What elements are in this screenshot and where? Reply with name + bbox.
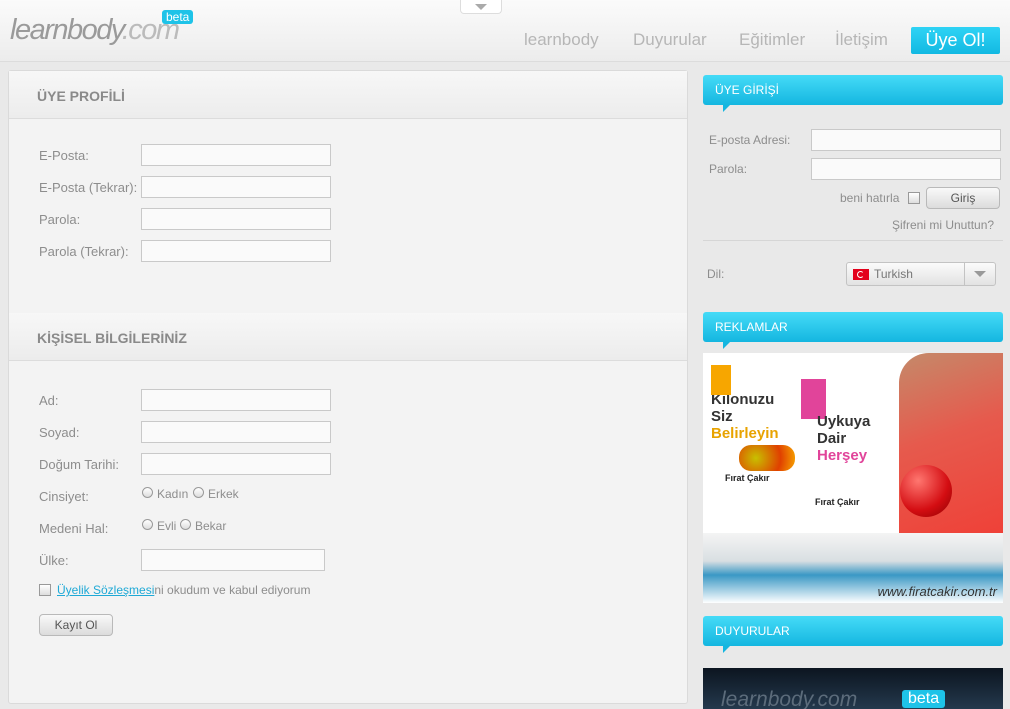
header-notch — [723, 646, 730, 653]
personal-section-title: KİŞİSEL BİLGİLERİNİZ — [37, 330, 187, 346]
book-one-line3: Belirleyin — [711, 425, 779, 442]
top-header: learnbody.com beta learnbody Duyurular E… — [0, 0, 1010, 62]
password-confirm-input[interactable] — [141, 240, 331, 262]
fruit-image — [739, 445, 795, 471]
agreement-link[interactable]: Üyelik Sözleşmesi — [57, 583, 154, 597]
language-label: Dil: — [707, 267, 725, 281]
registration-panel: ÜYE PROFİLİ E-Posta: E-Posta (Tekrar): P… — [8, 70, 688, 704]
signup-nav-button[interactable]: Üye Ol! — [911, 27, 1000, 54]
remember-checkbox[interactable] — [908, 192, 920, 204]
header-notch — [723, 105, 730, 112]
nav-learnbody[interactable]: learnbody — [524, 30, 599, 50]
header-notch — [723, 342, 730, 349]
login-email-label: E-posta Adresi: — [709, 133, 791, 147]
birth-date-label: Doğum Tarihi: — [39, 457, 119, 472]
language-value: Turkish — [874, 267, 913, 281]
register-button[interactable]: Kayıt Ol — [39, 614, 113, 636]
ad-banner[interactable]: Kilonuzu Siz Belirleyin Fırat Çakır Uyku… — [703, 353, 1003, 603]
language-select[interactable]: Turkish — [846, 262, 996, 286]
book-two-author: Fırat Çakır — [815, 497, 860, 507]
forgot-password-link[interactable]: Şifreni mi Unuttun? — [892, 218, 994, 232]
married-label: Evli — [157, 519, 177, 533]
last-name-input[interactable] — [141, 421, 331, 443]
nav-egitimler[interactable]: Eğitimler — [739, 30, 805, 50]
first-name-input[interactable] — [141, 389, 331, 411]
news-banner[interactable]: learnbody.com beta — [703, 668, 1003, 709]
book-one-title: Kilonuzu Siz Belirleyin — [711, 391, 779, 442]
login-password-input[interactable] — [811, 158, 1001, 180]
email-confirm-input[interactable] — [141, 176, 331, 198]
gender-male-radio[interactable] — [193, 487, 204, 498]
logo[interactable]: learnbody.com — [10, 14, 180, 47]
password-label: Parola: — [39, 212, 81, 227]
agreement-checkbox[interactable] — [39, 584, 51, 596]
turkey-flag-icon — [853, 269, 869, 280]
gender-male-label: Erkek — [208, 487, 239, 501]
book-two-title: Uykuya Dair Herşey — [817, 413, 870, 464]
news-beta-badge: beta — [902, 690, 946, 708]
personal-section-header: KİŞİSEL BİLGİLERİNİZ — [9, 313, 687, 361]
news-title: DUYURULAR — [715, 624, 790, 638]
profile-section-header: ÜYE PROFİLİ — [9, 71, 687, 119]
book-one-drip — [711, 365, 731, 395]
country-input[interactable] — [141, 549, 325, 571]
password-confirm-label: Parola (Tekrar): — [39, 244, 129, 259]
email-input[interactable] — [141, 144, 331, 166]
agreement-text: Üyelik Sözleşmesini okudum ve kabul ediy… — [57, 583, 310, 597]
login-email-input[interactable] — [811, 129, 1001, 151]
country-label: Ülke: — [39, 553, 69, 568]
married-radio[interactable] — [142, 519, 153, 530]
book-two-line1: Uykuya — [817, 413, 871, 430]
news-header: DUYURULAR — [703, 616, 1003, 653]
ad-url[interactable]: www.firatcakir.com.tr — [878, 584, 997, 599]
login-password-label: Parola: — [709, 162, 748, 176]
header-dropdown-toggle[interactable] — [460, 0, 502, 14]
single-label: Bekar — [195, 519, 227, 533]
login-button[interactable]: Giriş — [926, 187, 1000, 209]
ads-header: REKLAMLAR — [703, 312, 1003, 349]
book-one-line2: Siz — [711, 408, 733, 425]
book-two-line3: Herşey — [817, 447, 868, 464]
sidebar-divider — [703, 240, 1003, 241]
book-one-author: Fırat Çakır — [725, 473, 770, 483]
agreement-rest: ni okudum ve kabul ediyorum — [154, 583, 311, 597]
nav-duyurular[interactable]: Duyurular — [633, 30, 707, 50]
marital-status-label: Medeni Hal: — [39, 521, 109, 536]
login-header: ÜYE GİRİŞİ — [703, 75, 1003, 112]
chevron-down-icon — [475, 3, 487, 10]
nav-iletisim[interactable]: İletişim — [835, 30, 888, 50]
login-title: ÜYE GİRİŞİ — [715, 83, 780, 97]
red-ball-image — [900, 465, 952, 517]
birth-date-input[interactable] — [141, 453, 331, 475]
password-input[interactable] — [141, 208, 331, 230]
beta-badge: beta — [162, 10, 194, 24]
logo-main: learnbody — [10, 14, 123, 46]
language-dropdown-arrow[interactable] — [964, 263, 995, 285]
gender-female-label: Kadın — [157, 487, 189, 501]
book-two-line2: Dair — [817, 430, 847, 447]
last-name-label: Soyad: — [39, 425, 80, 440]
first-name-label: Ad: — [39, 393, 59, 408]
single-radio[interactable] — [180, 519, 191, 530]
gender-label: Cinsiyet: — [39, 489, 89, 504]
ads-title: REKLAMLAR — [715, 320, 788, 334]
profile-section-title: ÜYE PROFİLİ — [37, 88, 125, 104]
news-logo: learnbody.com — [721, 688, 858, 709]
email-confirm-label: E-Posta (Tekrar): — [39, 180, 138, 195]
gender-female-radio[interactable] — [142, 487, 153, 498]
chevron-down-icon — [974, 271, 986, 277]
email-label: E-Posta: — [39, 148, 89, 163]
remember-label: beni hatırla — [840, 191, 900, 205]
